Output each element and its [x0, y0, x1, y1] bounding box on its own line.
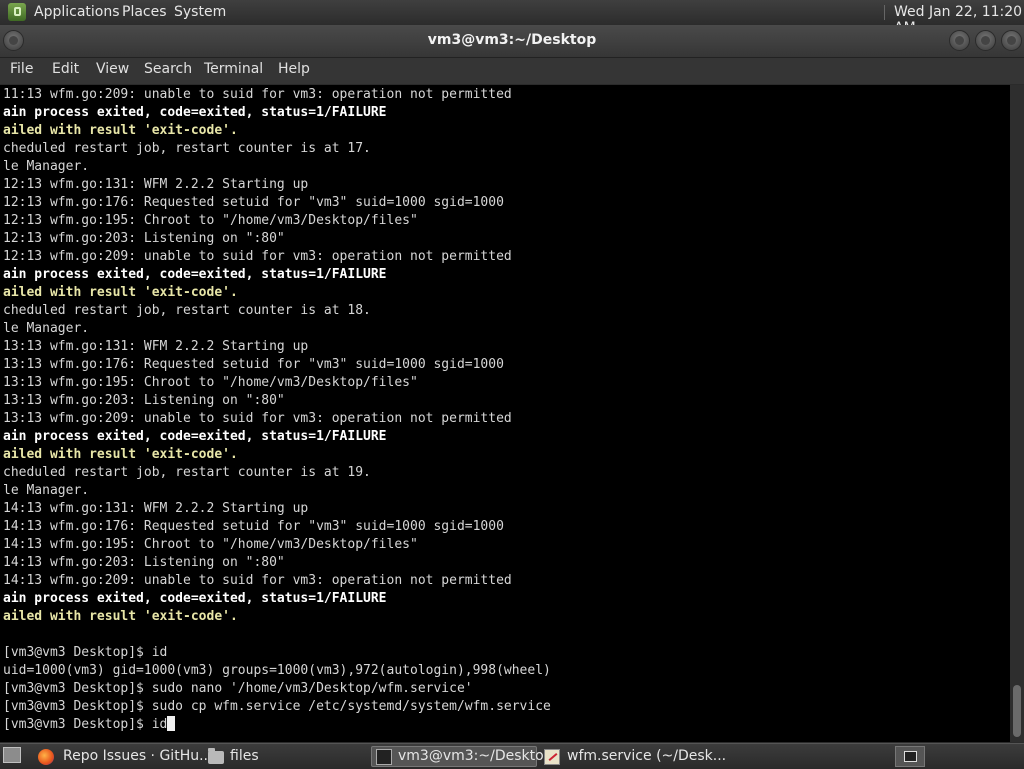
menu-search[interactable]: Search — [144, 61, 192, 77]
places-menu[interactable]: Places — [122, 4, 167, 20]
menu-file[interactable]: File — [10, 61, 33, 77]
taskbar-item-text-editor[interactable]: wfm.service (~/Desk... — [541, 746, 726, 767]
applications-menu-icon[interactable] — [8, 3, 26, 21]
terminal-menubar: File Edit View Search Terminal Help — [0, 58, 1024, 84]
applications-menu[interactable]: Applications — [34, 4, 120, 20]
terminal-line: 12:13 wfm.go:195: Chroot to "/home/vm3/D… — [3, 213, 418, 228]
top-panel: Applications Places System Wed Jan 22, 1… — [0, 0, 1024, 36]
minimize-icon[interactable] — [949, 30, 970, 51]
window-titlebar[interactable]: vm3@vm3:~/Desktop — [0, 25, 1024, 58]
firefox-icon — [38, 749, 54, 765]
terminal-line: [vm3@vm3 Desktop]$ id — [3, 645, 168, 660]
terminal-line: 14:13 wfm.go:176: Requested setuid for "… — [3, 519, 504, 534]
menu-edit[interactable]: Edit — [52, 61, 79, 77]
terminal-line: [vm3@vm3 Desktop]$ sudo nano '/home/vm3/… — [3, 681, 473, 696]
terminal-line: ailed with result 'exit-code'. — [3, 285, 238, 300]
terminal-output[interactable]: 11:13 wfm.go:209: unable to suid for vm3… — [0, 85, 1010, 742]
terminal-line: 14:13 wfm.go:195: Chroot to "/home/vm3/D… — [3, 537, 418, 552]
close-icon[interactable] — [1001, 30, 1022, 51]
terminal-line: cheduled restart job, restart counter is… — [3, 465, 371, 480]
taskbar-item-label: files — [230, 748, 259, 764]
show-desktop-icon[interactable] — [3, 747, 21, 763]
terminal-line: 13:13 wfm.go:195: Chroot to "/home/vm3/D… — [3, 375, 418, 390]
terminal-line: 13:13 wfm.go:131: WFM 2.2.2 Starting up — [3, 339, 309, 354]
text-cursor — [167, 716, 176, 731]
terminal-line: le Manager. — [3, 159, 90, 174]
taskbar-item-files[interactable]: files — [204, 746, 364, 767]
text-editor-icon — [544, 749, 560, 765]
panel-separator — [884, 5, 885, 20]
terminal-line: 12:13 wfm.go:209: unable to suid for vm3… — [3, 249, 512, 264]
menu-terminal[interactable]: Terminal — [204, 61, 263, 77]
terminal-line: 11:13 wfm.go:209: unable to suid for vm3… — [3, 87, 512, 102]
folder-icon — [208, 748, 224, 764]
terminal-line: 13:13 wfm.go:209: unable to suid for vm3… — [3, 411, 512, 426]
taskbar-item-label: wfm.service (~/Desk... — [567, 748, 727, 764]
terminal-line: 14:13 wfm.go:209: unable to suid for vm3… — [3, 573, 512, 588]
terminal-prompt-line[interactable]: [vm3@vm3 Desktop]$ id — [3, 716, 551, 734]
terminal-line: cheduled restart job, restart counter is… — [3, 141, 371, 156]
terminal-line: 13:13 wfm.go:176: Requested setuid for "… — [3, 357, 504, 372]
terminal-icon — [376, 749, 392, 765]
window-title: vm3@vm3:~/Desktop — [427, 32, 597, 48]
terminal-line: 12:13 wfm.go:203: Listening on ":80" — [3, 231, 285, 246]
terminal-line: 13:13 wfm.go:203: Listening on ":80" — [3, 393, 285, 408]
scrollbar-thumb[interactable] — [1013, 685, 1021, 737]
terminal-line: 14:13 wfm.go:131: WFM 2.2.2 Starting up — [3, 501, 309, 516]
system-menu[interactable]: System — [174, 4, 226, 20]
taskbar-item-label: Repo Issues · GitHu... — [63, 748, 213, 764]
terminal-line: ailed with result 'exit-code'. — [3, 609, 238, 624]
terminal-line: uid=1000(vm3) gid=1000(vm3) groups=1000(… — [3, 663, 551, 678]
terminal-line: cheduled restart job, restart counter is… — [3, 303, 371, 318]
terminal-line: 14:13 wfm.go:203: Listening on ":80" — [3, 555, 285, 570]
terminal-line: le Manager. — [3, 483, 90, 498]
bottom-taskbar: Repo Issues · GitHu... files vm3@vm3:~/D… — [0, 743, 1024, 769]
terminal-line: ain process exited, code=exited, status=… — [3, 267, 387, 282]
terminal-line: ain process exited, code=exited, status=… — [3, 429, 387, 444]
terminal-line: ain process exited, code=exited, status=… — [3, 105, 387, 120]
prompt-text: [vm3@vm3 Desktop]$ id — [3, 717, 168, 732]
terminal-line: ailed with result 'exit-code'. — [3, 123, 238, 138]
taskbar-item-terminal[interactable]: vm3@vm3:~/Desktop — [371, 746, 553, 767]
menu-view[interactable]: View — [96, 61, 129, 77]
terminal-line: ain process exited, code=exited, status=… — [3, 591, 387, 606]
terminal-line: 12:13 wfm.go:176: Requested setuid for "… — [3, 195, 504, 210]
terminal-line: ailed with result 'exit-code'. — [3, 447, 238, 462]
terminal-line: 12:13 wfm.go:131: WFM 2.2.2 Starting up — [3, 177, 309, 192]
tray-terminal-icon[interactable] — [895, 746, 925, 767]
menu-help[interactable]: Help — [278, 61, 310, 77]
terminal-line: le Manager. — [3, 321, 90, 336]
taskbar-item-firefox[interactable]: Repo Issues · GitHu... — [34, 746, 212, 767]
terminal-scrollbar[interactable] — [1010, 85, 1024, 742]
maximize-icon[interactable] — [975, 30, 996, 51]
terminal-lines: 11:13 wfm.go:209: unable to suid for vm3… — [3, 86, 551, 734]
taskbar-item-label: vm3@vm3:~/Desktop — [398, 748, 553, 764]
terminal-line: [vm3@vm3 Desktop]$ sudo cp wfm.service /… — [3, 699, 551, 714]
